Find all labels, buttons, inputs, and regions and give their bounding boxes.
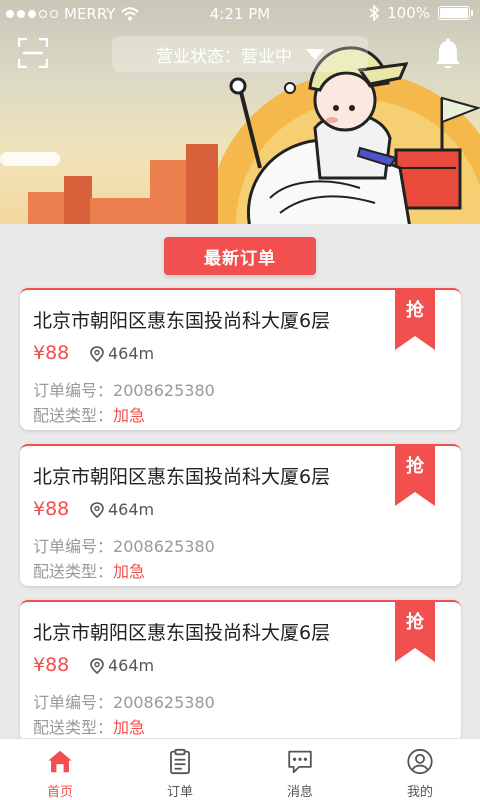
grab-order-button[interactable]: 抢 — [395, 290, 435, 350]
banner-building — [90, 198, 150, 224]
battery-percent: 100% — [387, 4, 430, 22]
order-distance-value: 464m — [108, 656, 155, 675]
bottom-tab-bar: 首页 订单 消息 我的 — [0, 738, 480, 800]
grab-order-label: 抢 — [406, 300, 424, 321]
location-pin-icon — [90, 657, 104, 674]
user-icon — [407, 748, 433, 775]
grab-order-label: 抢 — [406, 456, 424, 477]
order-number-row: 订单编号：2008625380 — [33, 689, 215, 713]
order-number-label: 订单编号： — [33, 381, 114, 400]
latest-orders-title: 最新订单 — [164, 237, 316, 275]
status-bar: MERRY 4:21 PM 100% — [0, 0, 480, 28]
tab-label: 首页 — [46, 785, 73, 800]
delivery-type-value: 加急 — [113, 406, 146, 425]
order-card[interactable]: 北京市朝阳区惠东国投尚科大厦6层 ¥88 464m 订单编号：200862538… — [20, 600, 461, 742]
delivery-type-row: 配送类型：加急 — [33, 402, 145, 426]
tab-orders[interactable]: 订单 — [120, 739, 240, 800]
tab-label: 订单 — [166, 785, 193, 800]
order-distance: 464m — [90, 500, 154, 519]
grab-order-button[interactable]: 抢 — [395, 602, 435, 662]
home-icon — [48, 750, 72, 773]
order-number-value: 2008625380 — [113, 537, 215, 556]
order-number-row: 订单编号：2008625380 — [33, 377, 215, 401]
tab-profile[interactable]: 我的 — [360, 739, 480, 800]
order-number-row: 订单编号：2008625380 — [33, 533, 215, 557]
location-pin-icon — [90, 345, 104, 362]
order-number-value: 2008625380 — [113, 693, 215, 712]
delivery-type-value: 加急 — [113, 562, 146, 581]
header-banner: MERRY 4:21 PM 100% 营业状态：营业中 — [0, 0, 480, 224]
delivery-type-label: 配送类型： — [33, 406, 114, 425]
order-distance: 464m — [90, 344, 154, 363]
tab-label: 消息 — [286, 785, 313, 800]
order-address: 北京市朝阳区惠东国投尚科大厦6层 — [33, 622, 331, 644]
order-card[interactable]: 北京市朝阳区惠东国投尚科大厦6层 ¥88 464m 订单编号：200862538… — [20, 288, 461, 430]
banner-building — [64, 176, 92, 224]
battery-icon — [438, 6, 473, 20]
order-price: ¥88 — [33, 498, 70, 520]
business-status-dropdown[interactable]: 营业状态：营业中 — [112, 36, 368, 72]
status-bar-right: 100% — [369, 4, 473, 22]
business-status-label: 营业状态：营业中 — [156, 46, 292, 67]
chat-icon — [288, 750, 312, 774]
location-pin-icon — [90, 501, 104, 518]
delivery-type-row: 配送类型：加急 — [33, 558, 145, 582]
order-distance-value: 464m — [108, 344, 155, 363]
clipboard-icon — [170, 748, 190, 775]
delivery-type-value: 加急 — [113, 718, 146, 737]
tab-home[interactable]: 首页 — [0, 739, 120, 800]
delivery-type-label: 配送类型： — [33, 718, 114, 737]
chevron-down-icon — [306, 48, 324, 60]
order-distance: 464m — [90, 656, 154, 675]
bell-icon[interactable] — [434, 38, 462, 70]
banner-building — [28, 192, 68, 224]
delivery-type-label: 配送类型： — [33, 562, 114, 581]
grab-order-label: 抢 — [406, 612, 424, 633]
order-price: ¥88 — [33, 342, 70, 364]
order-address: 北京市朝阳区惠东国投尚科大厦6层 — [33, 310, 331, 332]
order-address: 北京市朝阳区惠东国投尚科大厦6层 — [33, 466, 331, 488]
delivery-type-row: 配送类型：加急 — [33, 714, 145, 738]
order-price: ¥88 — [33, 654, 70, 676]
scan-icon[interactable] — [18, 38, 48, 68]
order-number-label: 订单编号： — [33, 693, 114, 712]
bluetooth-icon — [369, 5, 380, 21]
tab-label: 我的 — [406, 785, 433, 800]
order-distance-value: 464m — [108, 500, 155, 519]
tab-messages[interactable]: 消息 — [240, 739, 360, 800]
banner-cloud — [0, 152, 60, 166]
grab-order-button[interactable]: 抢 — [395, 446, 435, 506]
order-card[interactable]: 北京市朝阳区惠东国投尚科大厦6层 ¥88 464m 订单编号：200862538… — [20, 444, 461, 586]
order-number-value: 2008625380 — [113, 381, 215, 400]
order-number-label: 订单编号： — [33, 537, 114, 556]
